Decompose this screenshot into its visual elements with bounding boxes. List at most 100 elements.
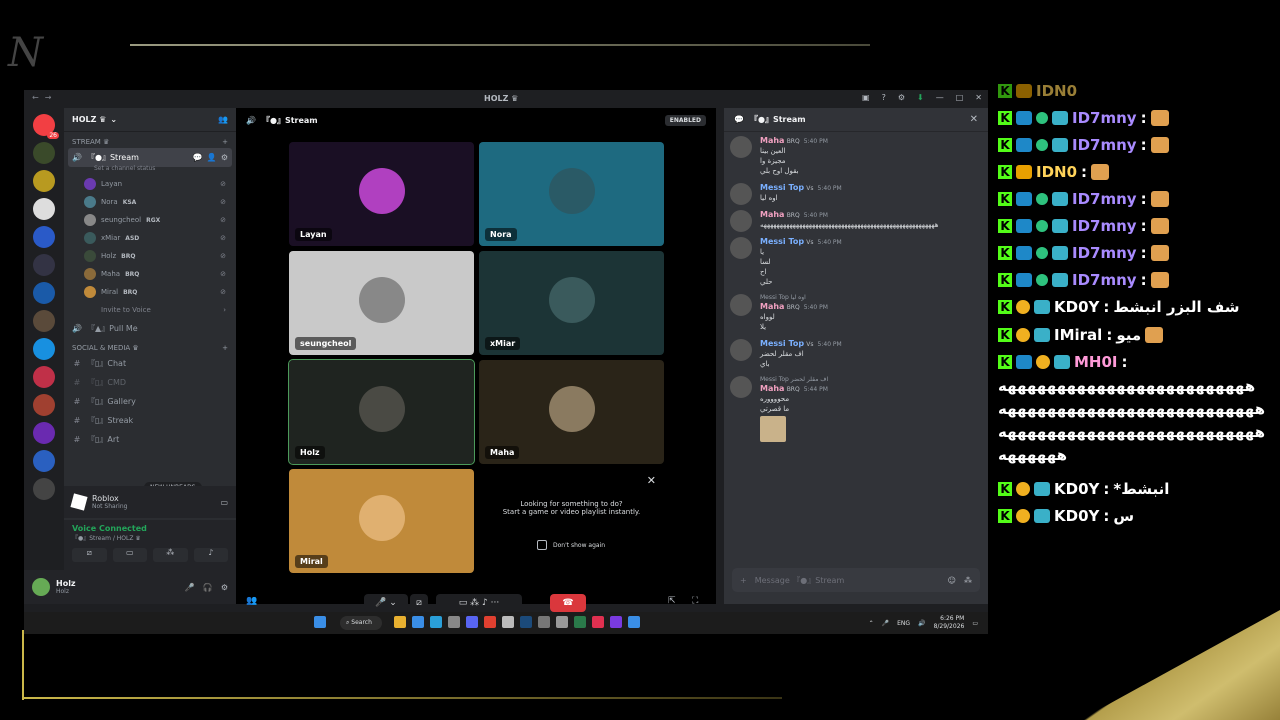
apps-icon[interactable]: ⁂: [964, 576, 972, 585]
share-activities-group[interactable]: ▭ ⁂ ♪ ···: [436, 594, 522, 612]
chat-message[interactable]: Maha BRQ 5:40 PM ههههههههههههههههههههههههه…: [724, 206, 988, 233]
activity-panel[interactable]: Roblox Not Sharing ▭: [64, 486, 236, 518]
activities-icon[interactable]: ⁂: [153, 548, 188, 562]
app-icon[interactable]: [538, 616, 550, 628]
chat-icon[interactable]: 💬: [193, 153, 203, 162]
taskbar-search[interactable]: ⌕ Search: [340, 616, 382, 630]
chevron-up-icon[interactable]: ⌃: [869, 620, 874, 627]
file-explorer-icon[interactable]: [394, 616, 406, 628]
voice-user[interactable]: Holz BRQ ⊘: [64, 247, 236, 265]
server-header[interactable]: HOLZ ♛ ⌄ 👥: [64, 108, 236, 132]
soundboard-icon[interactable]: ♪: [193, 548, 228, 562]
close-icon[interactable]: ✕: [970, 114, 978, 125]
server-icon[interactable]: [33, 366, 55, 388]
windows-start-icon[interactable]: [314, 616, 326, 628]
avatar[interactable]: [730, 339, 752, 361]
text-channel-chat[interactable]: # 『▯』Chat: [64, 354, 236, 373]
message-author[interactable]: Maha: [760, 136, 784, 145]
image-attachment[interactable]: [760, 416, 786, 442]
message-input[interactable]: + Message 『●』Stream ☺ ⁂: [732, 568, 980, 592]
chat-message[interactable]: Messi Top Vs 5:40 PM اف مقلر لحضر باي: [724, 335, 988, 372]
voice-user[interactable]: Maha BRQ ⊘: [64, 265, 236, 283]
app-icon[interactable]: [502, 616, 514, 628]
clock[interactable]: 6:26 PM 8/29/2026: [934, 615, 965, 631]
enabled-badge[interactable]: ENABLED: [664, 114, 706, 126]
voice-channel-pull-me[interactable]: 🔊 『▲』Pull Me: [64, 319, 236, 338]
participant-tile[interactable]: Holz: [288, 359, 475, 465]
server-icon[interactable]: [33, 142, 55, 164]
message-author[interactable]: Maha: [760, 302, 784, 311]
voice-user[interactable]: Miral BRQ ⊘: [64, 283, 236, 301]
voice-user[interactable]: Nora KSA ⊘: [64, 193, 236, 211]
close-button[interactable]: ✕: [975, 93, 982, 102]
app-icon[interactable]: [592, 616, 604, 628]
settings-icon[interactable]: ⚙: [898, 93, 905, 102]
participant-tile[interactable]: Miral: [289, 469, 474, 573]
server-icon[interactable]: [33, 170, 55, 192]
app-icon[interactable]: [556, 616, 568, 628]
server-icon[interactable]: [33, 254, 55, 276]
avatar[interactable]: [730, 237, 752, 259]
checkbox-box[interactable]: [537, 540, 547, 550]
dont-show-again-checkbox[interactable]: Don't show again: [537, 540, 605, 550]
chrome-icon[interactable]: [484, 616, 496, 628]
help-icon[interactable]: ?: [882, 93, 886, 102]
fullscreen-icon[interactable]: ⛶: [692, 596, 698, 606]
app-icon[interactable]: [610, 616, 622, 628]
discord-icon[interactable]: [466, 616, 478, 628]
store-icon[interactable]: [412, 616, 424, 628]
gear-icon[interactable]: ⚙: [221, 153, 228, 162]
add-channel-icon[interactable]: +: [222, 344, 228, 352]
server-icon[interactable]: [33, 310, 55, 332]
server-icon[interactable]: [33, 478, 55, 500]
avatar[interactable]: [730, 294, 752, 316]
avatar[interactable]: [730, 136, 752, 158]
chat-message[interactable]: Messi Top اوه ليا Maha BRQ 5:40 PM لوواه يلا: [724, 290, 988, 335]
text-channel-art[interactable]: # 『▯』Art: [64, 430, 236, 449]
server-icon[interactable]: [33, 282, 55, 304]
chat-message[interactable]: Messi Top اف مقلر لحضر Maha BRQ 5:44 PM محو…: [724, 372, 988, 446]
reply-preview[interactable]: Messi Top اف مقلر لحضر: [760, 376, 980, 383]
participant-tile[interactable]: Layan: [289, 142, 474, 246]
chat-message[interactable]: Maha BRQ 5:40 PM العين بينا مجيزة وا بقول او…: [724, 132, 988, 179]
app-icon[interactable]: [574, 616, 586, 628]
avatar[interactable]: [730, 376, 752, 398]
chat-message[interactable]: Messi Top Vs 5:40 PM يا لسا اح حلي: [724, 233, 988, 290]
notification-icon[interactable]: ▭: [972, 620, 978, 627]
server-icon[interactable]: [33, 450, 55, 472]
reply-preview[interactable]: Messi Top اوه ليا: [760, 294, 980, 301]
message-author[interactable]: Messi Top: [760, 339, 804, 348]
add-user-icon[interactable]: 👤: [207, 153, 217, 162]
message-author[interactable]: Maha: [760, 384, 784, 393]
voice-user[interactable]: xMiar ASD ⊘: [64, 229, 236, 247]
edge-icon[interactable]: [430, 616, 442, 628]
popout-icon[interactable]: ⇱: [668, 596, 676, 606]
server-icon[interactable]: [33, 394, 55, 416]
participant-tile[interactable]: Maha: [479, 360, 664, 464]
server-icon[interactable]: [33, 338, 55, 360]
gear-icon[interactable]: ⚙: [221, 583, 228, 592]
participant-tile[interactable]: seungcheol: [289, 251, 474, 355]
home-icon[interactable]: 26: [33, 114, 59, 139]
plus-icon[interactable]: +: [740, 576, 747, 585]
nav-arrows[interactable]: ←→: [32, 93, 57, 102]
voice-user[interactable]: seungcheol RGX ⊘: [64, 211, 236, 229]
voice-user[interactable]: Layan ⊘: [64, 175, 236, 193]
close-icon[interactable]: ✕: [647, 474, 656, 487]
steam-icon[interactable]: [520, 616, 532, 628]
screen-share-button[interactable]: ▭: [112, 548, 147, 562]
voice-channel-path[interactable]: 『●』Stream / HOLZ ♛: [72, 533, 228, 542]
mic-icon[interactable]: 🎤: [882, 620, 889, 627]
category-social[interactable]: SOCIAL & MEDIA ♛ +: [64, 338, 236, 354]
mic-icon[interactable]: 🎤: [185, 583, 195, 592]
message-author[interactable]: Maha: [760, 210, 784, 219]
headphones-icon[interactable]: 🎧: [203, 583, 213, 592]
add-channel-icon[interactable]: +: [222, 138, 228, 146]
add-people-icon[interactable]: 👥: [246, 596, 257, 606]
screen-share-icon[interactable]: ▭: [220, 498, 228, 507]
text-channel-streak[interactable]: # 『▯』Streak: [64, 411, 236, 430]
mic-toggle[interactable]: 🎤 ⌄: [364, 594, 408, 612]
server-icon[interactable]: [33, 422, 55, 444]
disconnect-button[interactable]: ☎: [550, 594, 586, 612]
add-member-icon[interactable]: 👥: [218, 115, 228, 124]
